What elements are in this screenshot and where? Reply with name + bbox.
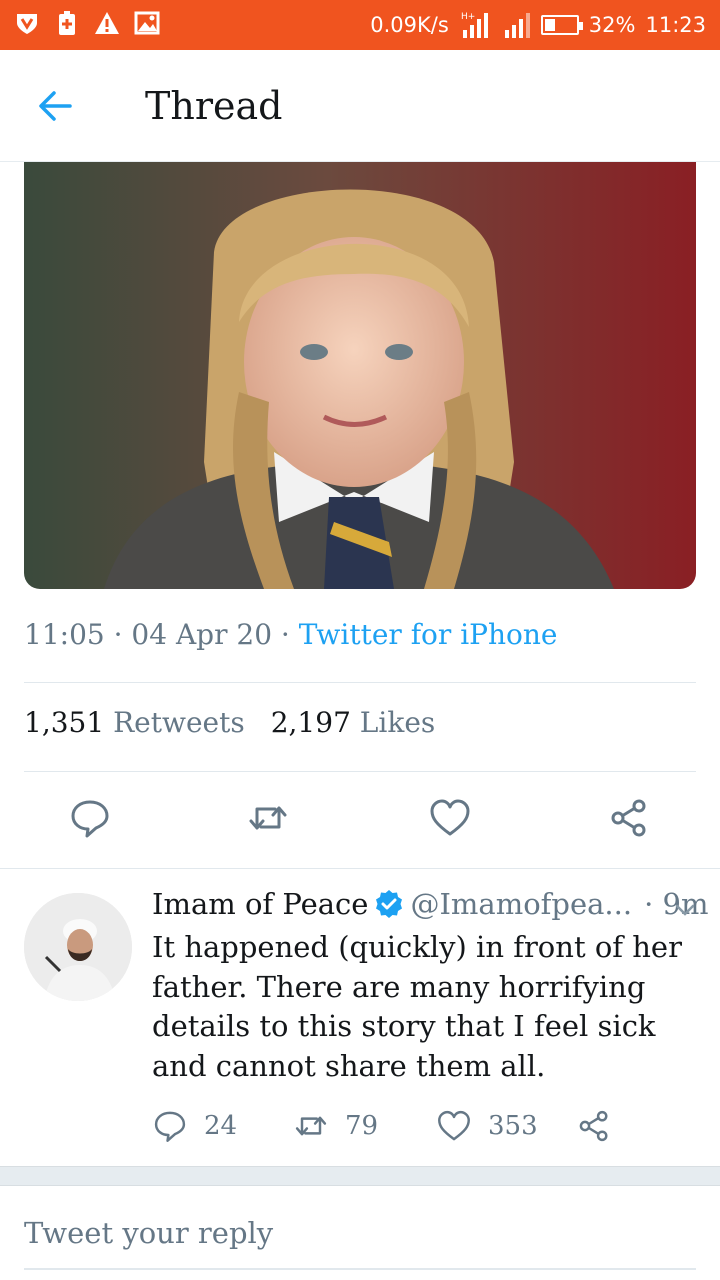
likes-label: Likes [359, 706, 436, 739]
tweet-actions [0, 796, 720, 846]
retweets-label: Retweets [113, 706, 245, 739]
author-handle[interactable]: @Imamofpea... [410, 887, 632, 921]
verified-badge-icon [376, 890, 403, 918]
divider [24, 771, 696, 772]
retweets-count: 1,351 [24, 706, 105, 739]
likes-stat[interactable]: 2,197 Likes [271, 706, 436, 739]
reply-reply-button[interactable]: 24 [152, 1108, 237, 1144]
share-icon[interactable] [607, 796, 651, 840]
network-speed: 0.09K/s [370, 13, 449, 37]
app-header: Thread [0, 50, 720, 162]
page-title: Thread [145, 84, 283, 128]
likes-count: 2,197 [270, 706, 351, 739]
retweets-stat[interactable]: 1,351 Retweets [24, 706, 245, 739]
tweet-time: 11:05 [24, 618, 105, 651]
arrow-left-icon[interactable] [30, 80, 82, 132]
share-icon [579, 1110, 608, 1142]
section-gap [0, 1166, 720, 1186]
tweet-source-link[interactable]: Twitter for iPhone [299, 618, 558, 651]
retweet-icon[interactable] [246, 796, 290, 840]
reply-retweet-button[interactable]: 79 [293, 1108, 378, 1144]
author-name[interactable]: Imam of Peace [152, 887, 368, 921]
engagement-counts: 1,351 Retweets 2,197 Likes [24, 706, 435, 739]
reply-header: Imam of Peace @Imamofpea... · 9m [152, 887, 708, 921]
retweet-icon [295, 1116, 327, 1136]
reply-actions: 24 79 353 [152, 1108, 712, 1148]
vpn-shield-icon [17, 14, 37, 34]
status-bar: 0.09K/s H+ 32% 11:23 [0, 0, 720, 50]
like-icon [438, 1110, 470, 1141]
battery-icon [540, 15, 583, 35]
tweet-timestamp: 11:05 · 04 Apr 20 · Twitter for iPhone [24, 618, 558, 651]
reply-icon [154, 1111, 186, 1142]
battery-percent: 32% [588, 13, 636, 37]
reply-count: 24 [204, 1111, 238, 1141]
reply-share-button[interactable] [576, 1108, 612, 1144]
signal-icon: H+ [461, 12, 488, 38]
reply-input[interactable]: Tweet your reply [24, 1216, 273, 1250]
tweet-date: 04 Apr 20 [131, 618, 273, 651]
divider [24, 682, 696, 683]
reply-text: It happened (quickly) in front of her fa… [152, 930, 682, 1083]
reply-icon[interactable] [68, 796, 112, 840]
avatar[interactable] [24, 893, 132, 1001]
like-icon[interactable] [428, 796, 472, 840]
signal-icon [504, 13, 530, 38]
divider [0, 868, 720, 869]
reply-like-button[interactable]: 353 [436, 1108, 538, 1144]
clock: 11:23 [645, 13, 706, 37]
tweet-photo[interactable] [24, 162, 696, 589]
image-icon [134, 11, 160, 35]
battery-saver-icon [59, 11, 75, 35]
retweet-count: 79 [345, 1111, 379, 1141]
like-count: 353 [488, 1111, 538, 1141]
chevron-down-icon[interactable] [672, 897, 698, 923]
reply-input-underline [24, 1268, 696, 1270]
svg-text:H+: H+ [461, 12, 475, 22]
warning-icon [95, 12, 119, 34]
